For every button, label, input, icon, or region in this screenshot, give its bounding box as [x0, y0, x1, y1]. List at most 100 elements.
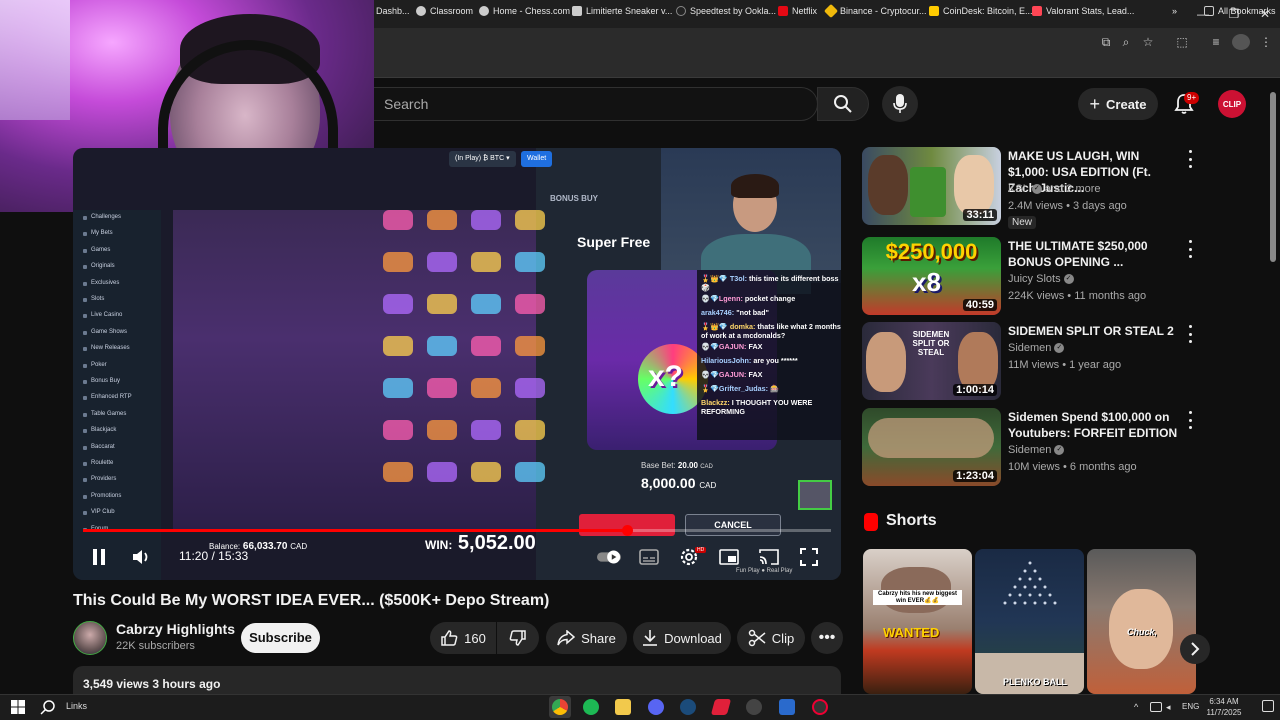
- video-player[interactable]: (In Play) ₿ BTC ▾ Wallet BONUS BUY Super…: [73, 148, 841, 580]
- taskbar-search-icon[interactable]: [40, 699, 56, 715]
- clock-date: 11/7/2025: [1206, 708, 1242, 717]
- battery-icon[interactable]: [1150, 702, 1162, 712]
- bookmark-item[interactable]: CoinDesk: Bitcoin, E...: [929, 3, 1033, 19]
- channel-name[interactable]: Cabrzy Highlights: [116, 621, 235, 637]
- fullscreen-button[interactable]: [797, 545, 821, 569]
- notification-center-icon[interactable]: [1262, 700, 1274, 712]
- chat-text: 🎰: [770, 384, 779, 393]
- clock[interactable]: 6:34 AM 11/7/2025: [1204, 696, 1244, 718]
- profile-icon[interactable]: [1232, 34, 1250, 50]
- rec-more-icon[interactable]: [1184, 411, 1196, 429]
- bookmark-item[interactable]: Speedtest by Ookla...: [676, 3, 776, 19]
- pause-button[interactable]: [87, 545, 111, 569]
- bookmark-item[interactable]: Dashb...: [376, 3, 410, 19]
- file-explorer-icon[interactable]: [615, 699, 631, 715]
- dislike-button[interactable]: [497, 622, 539, 654]
- autoplay-toggle[interactable]: [597, 545, 621, 569]
- bookmark-item[interactable]: Classroom: [416, 3, 473, 19]
- slot-reel-symbol: [471, 336, 501, 356]
- account-avatar[interactable]: CLIP: [1218, 90, 1246, 118]
- bookmark-label: CoinDesk: Bitcoin, E...: [943, 6, 1033, 16]
- create-button[interactable]: + Create: [1078, 88, 1158, 120]
- bookmark-item[interactable]: Home - Chess.com: [479, 3, 570, 19]
- slot-reel-symbol: [427, 252, 457, 272]
- rec-thumbnail[interactable]: 1:23:04: [862, 408, 1001, 486]
- reading-list-icon[interactable]: ≡: [1208, 34, 1224, 50]
- short-item[interactable]: Cabrzy hits his new biggest win EVER💰💰 W…: [863, 549, 972, 694]
- app-icon[interactable]: [779, 699, 795, 715]
- bookmark-item[interactable]: Netflix: [778, 3, 817, 19]
- cast-button[interactable]: [757, 545, 781, 569]
- more-actions-button[interactable]: •••: [811, 622, 843, 654]
- rec-title[interactable]: Sidemen Spend $100,000 on Youtubers: FOR…: [1008, 409, 1178, 441]
- chat-username: 💀💎Lgenn:: [701, 294, 743, 303]
- spotify-icon[interactable]: [583, 699, 599, 715]
- rec-thumbnail[interactable]: $250,000 x8 40:59: [862, 237, 1001, 315]
- all-bookmarks-label: All Bookmarks: [1218, 6, 1276, 16]
- search-button[interactable]: [817, 87, 869, 121]
- rec-more-icon[interactable]: [1184, 240, 1196, 258]
- all-bookmarks[interactable]: All Bookmarks: [1204, 3, 1276, 19]
- tray-chevron-icon[interactable]: ^: [1134, 702, 1144, 712]
- download-button[interactable]: Download: [633, 622, 731, 654]
- short-item[interactable]: PLENKO BALL: [975, 549, 1084, 694]
- bookmark-item[interactable]: Valorant Stats, Lead...: [1032, 3, 1134, 19]
- rec-thumbnail[interactable]: SIDEMEN SPLIT OR STEAL 1:00:14: [862, 322, 1001, 400]
- bookmarks-overflow-icon[interactable]: »: [1172, 3, 1177, 19]
- search-input[interactable]: Search: [374, 87, 818, 121]
- subscribe-button[interactable]: Subscribe: [241, 623, 320, 653]
- rec-title[interactable]: THE ULTIMATE $250,000 BONUS OPENING ...: [1008, 238, 1178, 270]
- voice-search-button[interactable]: [882, 86, 918, 122]
- chrome-menu-icon[interactable]: ⋮: [1258, 34, 1274, 50]
- steam-icon[interactable]: [680, 699, 696, 715]
- rec-title[interactable]: SIDEMEN SPLIT OR STEAL 2: [1008, 323, 1178, 339]
- speaker-icon[interactable]: ◂: [1166, 702, 1176, 712]
- extensions-icon[interactable]: ⬚: [1174, 34, 1190, 50]
- like-button[interactable]: 160: [430, 622, 496, 654]
- share-button[interactable]: Share: [546, 622, 627, 654]
- casino-menu-item: Originals: [91, 263, 115, 270]
- bookmark-item[interactable]: Binance - Cryptocur...: [823, 3, 927, 19]
- casino-menu-item: Table Games: [91, 410, 127, 417]
- zoom-icon[interactable]: ⌕: [1118, 34, 1134, 50]
- discord-icon[interactable]: [648, 699, 664, 715]
- progress-scrubber[interactable]: [621, 525, 633, 536]
- streamer-cam: [661, 148, 841, 294]
- rec-channel[interactable]: KSI ✓ and 2 more: [1008, 183, 1101, 195]
- miniplayer-button[interactable]: [717, 545, 741, 569]
- channel-avatar[interactable]: [73, 621, 107, 655]
- app-icon[interactable]: [746, 699, 762, 715]
- chat-username: 💀💎GAJUN:: [701, 370, 747, 379]
- taskbar-links[interactable]: Links: [66, 701, 87, 711]
- language-indicator[interactable]: ENG: [1182, 702, 1199, 711]
- short-text: WANTED: [883, 625, 940, 640]
- chrome-icon[interactable]: [552, 699, 568, 715]
- rec-thumbnail[interactable]: 33:11: [862, 147, 1001, 225]
- bookmark-star-icon[interactable]: ☆: [1140, 34, 1156, 50]
- rec-meta: 224K views • 11 months ago: [1008, 290, 1147, 302]
- install-app-icon[interactable]: ⧉: [1098, 34, 1114, 50]
- shorts-next-button[interactable]: [1180, 634, 1210, 664]
- rec-more-icon[interactable]: [1184, 150, 1196, 168]
- chat-username: Blackzz:: [701, 398, 730, 407]
- windows-start-icon[interactable]: [10, 699, 26, 715]
- thumbs-down-icon: [509, 630, 526, 646]
- slot-reel-symbol: [383, 420, 413, 440]
- app-icon[interactable]: [812, 699, 828, 715]
- short-item[interactable]: Chuck,: [1087, 549, 1196, 694]
- clip-button[interactable]: Clip: [737, 622, 805, 654]
- rec-more-icon[interactable]: [1184, 325, 1196, 343]
- volume-button[interactable]: [129, 545, 153, 569]
- base-bet: Base Bet: 20.00 CAD: [641, 461, 713, 470]
- thumb-person: [866, 332, 906, 392]
- bonus-buy-title: BONUS BUY: [550, 194, 599, 203]
- bookmark-item[interactable]: Limitierte Sneaker v...: [572, 3, 672, 19]
- streamer-hair: [731, 174, 779, 198]
- rec-channel[interactable]: Sidemen ✓: [1008, 342, 1065, 354]
- rec-channel[interactable]: Sidemen ✓: [1008, 444, 1065, 456]
- more-horizontal-icon: •••: [818, 629, 836, 646]
- rec-channel[interactable]: Juicy Slots ✓: [1008, 273, 1074, 285]
- page-scrollbar[interactable]: [1270, 92, 1276, 262]
- fullscreen-icon: [800, 548, 818, 566]
- captions-button[interactable]: [637, 545, 661, 569]
